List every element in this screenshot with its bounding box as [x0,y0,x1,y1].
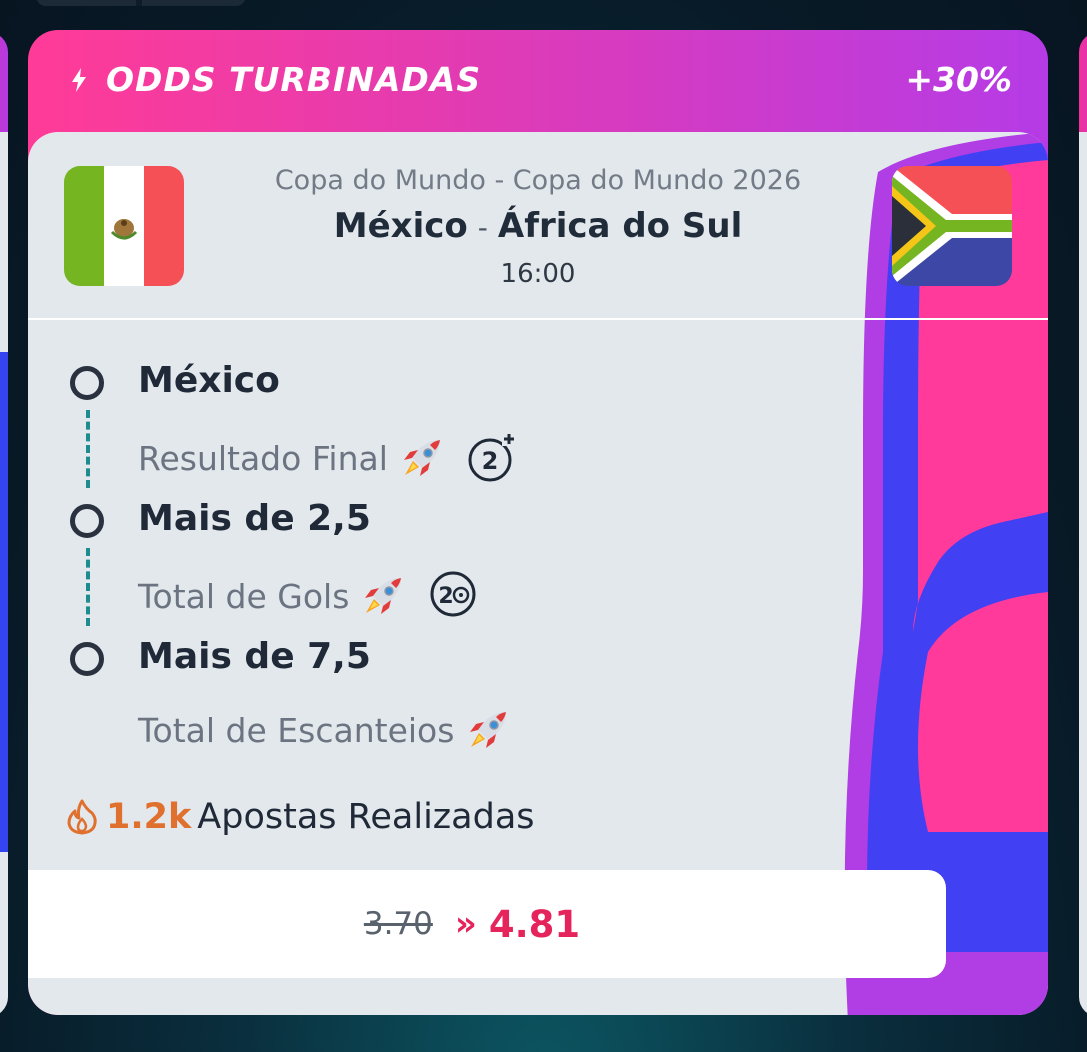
away-team: África do Sul [497,206,743,246]
fire-icon [67,799,97,835]
bets-placed: 1.2k Apostas Realizadas [66,797,535,837]
match-time: 16:00 [500,259,576,289]
old-odds: 3.70 [363,906,433,942]
timeline-connector [86,548,90,626]
selection-market: Total de Escanteios [138,708,510,752]
previous-card-peek[interactable] [0,32,8,1017]
south-africa-flag [892,166,1012,286]
market-label: Resultado Final [138,438,388,478]
promo-banner: ODDS TURBINADAS +30% [28,30,1048,130]
boost-percentage: +30% [905,60,1012,99]
rocket-icon [470,712,507,748]
rocket-icon [365,578,402,614]
two-goals-ahead-icon: 2 [468,432,516,482]
selection-pick: Mais de 7,5 [138,636,371,677]
place-bet-button[interactable]: 3.70 » 4.81 [28,870,946,978]
match-teams: México - África do Sul [208,200,868,254]
next-card-peek[interactable] [1079,32,1087,1017]
bolt-icon [72,68,86,92]
timeline-dot [70,642,104,676]
svg-text:2: 2 [439,584,454,609]
home-team: México [333,206,468,246]
svg-text:2: 2 [482,447,499,475]
card-body: Copa do Mundo - Copa do Mundo 2026 Méxic… [28,132,1048,1015]
rocket-icon [403,440,440,476]
timeline-connector [86,410,90,488]
top-tab-indicator [36,0,246,6]
bets-count: 1.2k [106,797,192,837]
promo-title: ODDS TURBINADAS [106,60,482,99]
boost-arrow-icon: » [454,904,477,944]
mexico-flag [64,166,184,286]
two-goal-icon: 2 [430,571,476,617]
bets-label: Apostas Realizadas [197,797,535,837]
team-separator: - [477,211,488,244]
boosted-odds: 4.81 [488,902,581,946]
match-header[interactable]: Copa do Mundo - Copa do Mundo 2026 Méxic… [28,132,1048,320]
timeline-dot [70,504,104,538]
market-label: Total de Escanteios [138,710,455,750]
selection-market: Total de Gols 2 [138,570,479,622]
selection-market: Resultado Final 2 [138,432,518,484]
market-label: Total de Gols [138,576,350,616]
boosted-odds-card[interactable]: ODDS TURBINADAS +30% Copa do Mundo - Cop… [28,30,1048,1015]
selection-pick: México [138,360,280,401]
competition-name: Copa do Mundo - Copa do Mundo 2026 [274,165,802,196]
timeline-dot [70,366,104,400]
selection-pick: Mais de 2,5 [138,498,371,539]
